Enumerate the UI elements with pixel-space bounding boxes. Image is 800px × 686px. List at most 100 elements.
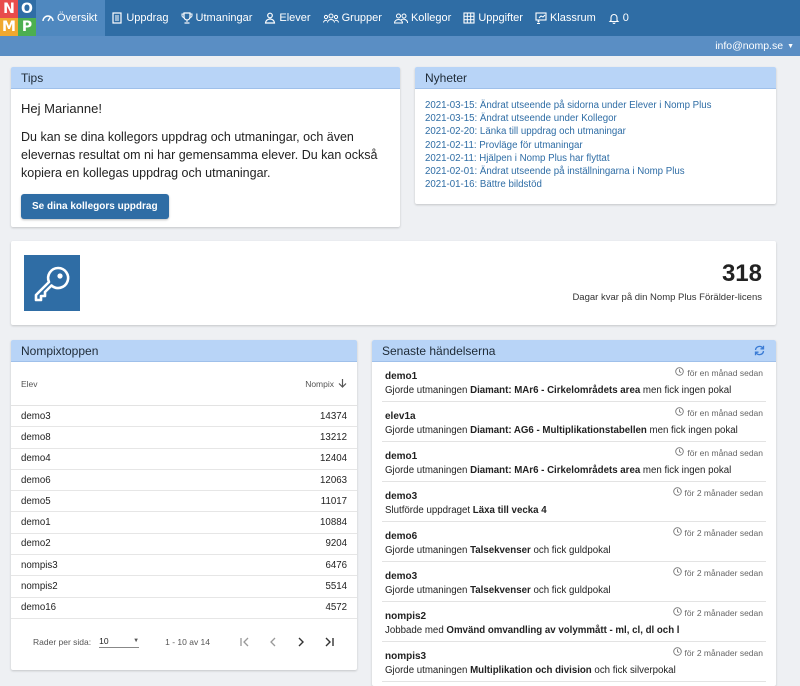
license-card: 318 Dagar kvar på din Nomp Plus Förälder… bbox=[11, 241, 776, 325]
event-time-text: för 2 månader sedan bbox=[684, 527, 763, 538]
clock-icon bbox=[672, 487, 682, 498]
event-user[interactable]: demo6 bbox=[385, 531, 417, 542]
event-result: och fick silverpokal bbox=[591, 665, 676, 676]
event-time: för 2 månader sedan bbox=[672, 567, 763, 578]
event-result: och fick guldpokal bbox=[530, 585, 611, 596]
news-link[interactable]: 2021-02-11: Provläge för utmaningar bbox=[425, 139, 776, 152]
student-name: demo5 bbox=[21, 495, 51, 507]
nav-klassrum[interactable]: Klassrum bbox=[529, 0, 602, 36]
event-user[interactable]: demo3 bbox=[385, 571, 417, 582]
tips-title: Tips bbox=[11, 67, 400, 89]
previous-page-icon[interactable] bbox=[266, 635, 280, 649]
leaderboard-title: Nompixtoppen bbox=[11, 340, 357, 362]
clock-icon bbox=[675, 407, 685, 418]
event-target[interactable]: Läxa till vecka 4 bbox=[473, 505, 547, 516]
trophy-icon bbox=[181, 12, 193, 24]
notification-count: 0 bbox=[622, 12, 629, 24]
student-points: 13212 bbox=[320, 431, 347, 443]
event-action: Gjorde utmaningen bbox=[385, 545, 471, 556]
event-user[interactable]: nompis3 bbox=[385, 651, 426, 662]
user-email: info@nomp.se bbox=[715, 40, 784, 52]
event-target[interactable]: Diamant: MAr6 - Cirkelområdets area bbox=[470, 385, 640, 396]
nav-uppgifter[interactable]: Uppgifter bbox=[457, 0, 529, 36]
colleagues-icon bbox=[393, 12, 408, 24]
nav-label: Utmaningar bbox=[195, 12, 253, 24]
event-result: men fick ingen pokal bbox=[640, 385, 732, 396]
event-user[interactable]: demo1 bbox=[385, 451, 417, 462]
event-time: för en månad sedan bbox=[675, 407, 763, 418]
events-list: för en månad sedan demo1 Gjorde utmaningen… bbox=[372, 362, 776, 682]
event-action: Gjorde utmaningen bbox=[385, 665, 471, 676]
column-header-points[interactable]: Nompix bbox=[305, 378, 347, 390]
nav-label: Klassrum bbox=[549, 12, 596, 24]
student-name: nompis3 bbox=[21, 559, 58, 571]
event-action: Slutförde uppdraget bbox=[385, 505, 473, 516]
nomp-logo[interactable]: N O M P bbox=[0, 0, 36, 36]
news-link[interactable]: 2021-02-20: Länka till uppdrag och utman… bbox=[425, 125, 776, 138]
event-target[interactable]: Diamant: MAr6 - Cirkelområdets area bbox=[470, 465, 640, 476]
news-link[interactable]: 2021-03-15: Ändrat utseende under Kolleg… bbox=[425, 112, 776, 125]
news-link[interactable]: 2021-02-11: Hjälpen i Nomp Plus har flyt… bbox=[425, 152, 776, 165]
news-link[interactable]: 2021-02-01: Ändrat utseende på inställni… bbox=[425, 165, 776, 178]
pager-controls bbox=[238, 635, 336, 649]
nav-uppdrag[interactable]: Uppdrag bbox=[105, 0, 174, 36]
event-description: Gjorde utmaningen Talsekvenser och fick … bbox=[385, 545, 610, 556]
table-row: demo5 11017 bbox=[11, 491, 357, 513]
last-page-icon[interactable] bbox=[322, 635, 336, 649]
event-description: Jobbade med Omvänd omvandling av volymmå… bbox=[385, 625, 680, 636]
event-item: för 2 månader sedan demo6 Gjorde utmaninge… bbox=[382, 522, 766, 562]
nav-label: Översikt bbox=[57, 12, 98, 24]
news-link[interactable]: 2021-01-16: Bättre bildstöd bbox=[425, 178, 776, 191]
student-points: 11017 bbox=[320, 495, 347, 507]
sort-arrow-down-icon bbox=[338, 378, 347, 390]
event-target[interactable]: Talsekvenser bbox=[470, 585, 531, 596]
refresh-icon[interactable] bbox=[753, 344, 766, 357]
nav-elever[interactable]: Elever bbox=[258, 0, 316, 36]
event-user[interactable]: elev1a bbox=[385, 411, 416, 422]
clock-icon bbox=[672, 607, 682, 618]
clock-icon bbox=[672, 567, 682, 578]
user-menu[interactable]: info@nomp.se ▼ bbox=[715, 40, 794, 52]
table-row: demo6 12063 bbox=[11, 470, 357, 492]
event-target[interactable]: Talsekvenser bbox=[470, 545, 531, 556]
logo-letter: M bbox=[0, 18, 18, 36]
first-page-icon[interactable] bbox=[238, 635, 252, 649]
clock-icon bbox=[672, 527, 682, 538]
table-row: demo3 14374 bbox=[11, 406, 357, 428]
event-user[interactable]: nompis2 bbox=[385, 611, 426, 622]
column-header-student[interactable]: Elev bbox=[21, 379, 38, 389]
news-link[interactable]: 2021-03-15: Ändrat utseende på sidorna u… bbox=[425, 99, 776, 112]
student-name: demo16 bbox=[21, 602, 57, 614]
nav-oversikt[interactable]: Översikt bbox=[36, 0, 106, 36]
person-icon bbox=[264, 12, 276, 24]
document-icon bbox=[111, 12, 123, 24]
student-name: demo4 bbox=[21, 453, 51, 465]
student-name: demo6 bbox=[21, 474, 51, 486]
student-name: demo2 bbox=[21, 538, 51, 550]
next-page-icon[interactable] bbox=[294, 635, 308, 649]
event-user[interactable]: demo1 bbox=[385, 371, 417, 382]
news-list: 2021-03-15: Ändrat utseende på sidorna u… bbox=[415, 89, 776, 191]
event-user[interactable]: demo3 bbox=[385, 491, 417, 502]
event-target[interactable]: Multiplikation och division bbox=[470, 665, 592, 676]
event-target[interactable]: Omvänd omvandling av volymmått - ml, cl,… bbox=[446, 625, 679, 636]
group-icon bbox=[322, 12, 339, 24]
event-result: men fick ingen pokal bbox=[640, 465, 732, 476]
nav-grupper[interactable]: Grupper bbox=[317, 0, 388, 36]
clock-icon bbox=[675, 367, 685, 378]
table-row: nompis2 5514 bbox=[11, 576, 357, 598]
user-bar: info@nomp.se ▼ bbox=[0, 36, 800, 56]
leaderboard-table: Elev Nompix demo3 14374 demo8 13212 demo4 1… bbox=[11, 362, 357, 619]
events-header: Senaste händelserna bbox=[372, 340, 776, 362]
nav-notifications[interactable]: 0 bbox=[602, 0, 635, 36]
nav-utmaningar[interactable]: Utmaningar bbox=[175, 0, 259, 36]
nav-kollegor[interactable]: Kollegor bbox=[388, 0, 457, 36]
event-target[interactable]: Diamant: AG6 - Multiplikationstabellen bbox=[470, 425, 647, 436]
rows-per-page-value: 10 bbox=[99, 635, 109, 646]
see-colleagues-button[interactable]: Se dina kollegors uppdrag bbox=[21, 194, 169, 219]
rows-per-page-select[interactable]: 10 ▼ bbox=[99, 635, 140, 648]
event-time-text: för 2 månader sedan bbox=[684, 487, 763, 498]
nav-label: Elever bbox=[279, 12, 311, 24]
student-points: 10884 bbox=[320, 517, 347, 529]
student-points: 12063 bbox=[320, 474, 347, 486]
